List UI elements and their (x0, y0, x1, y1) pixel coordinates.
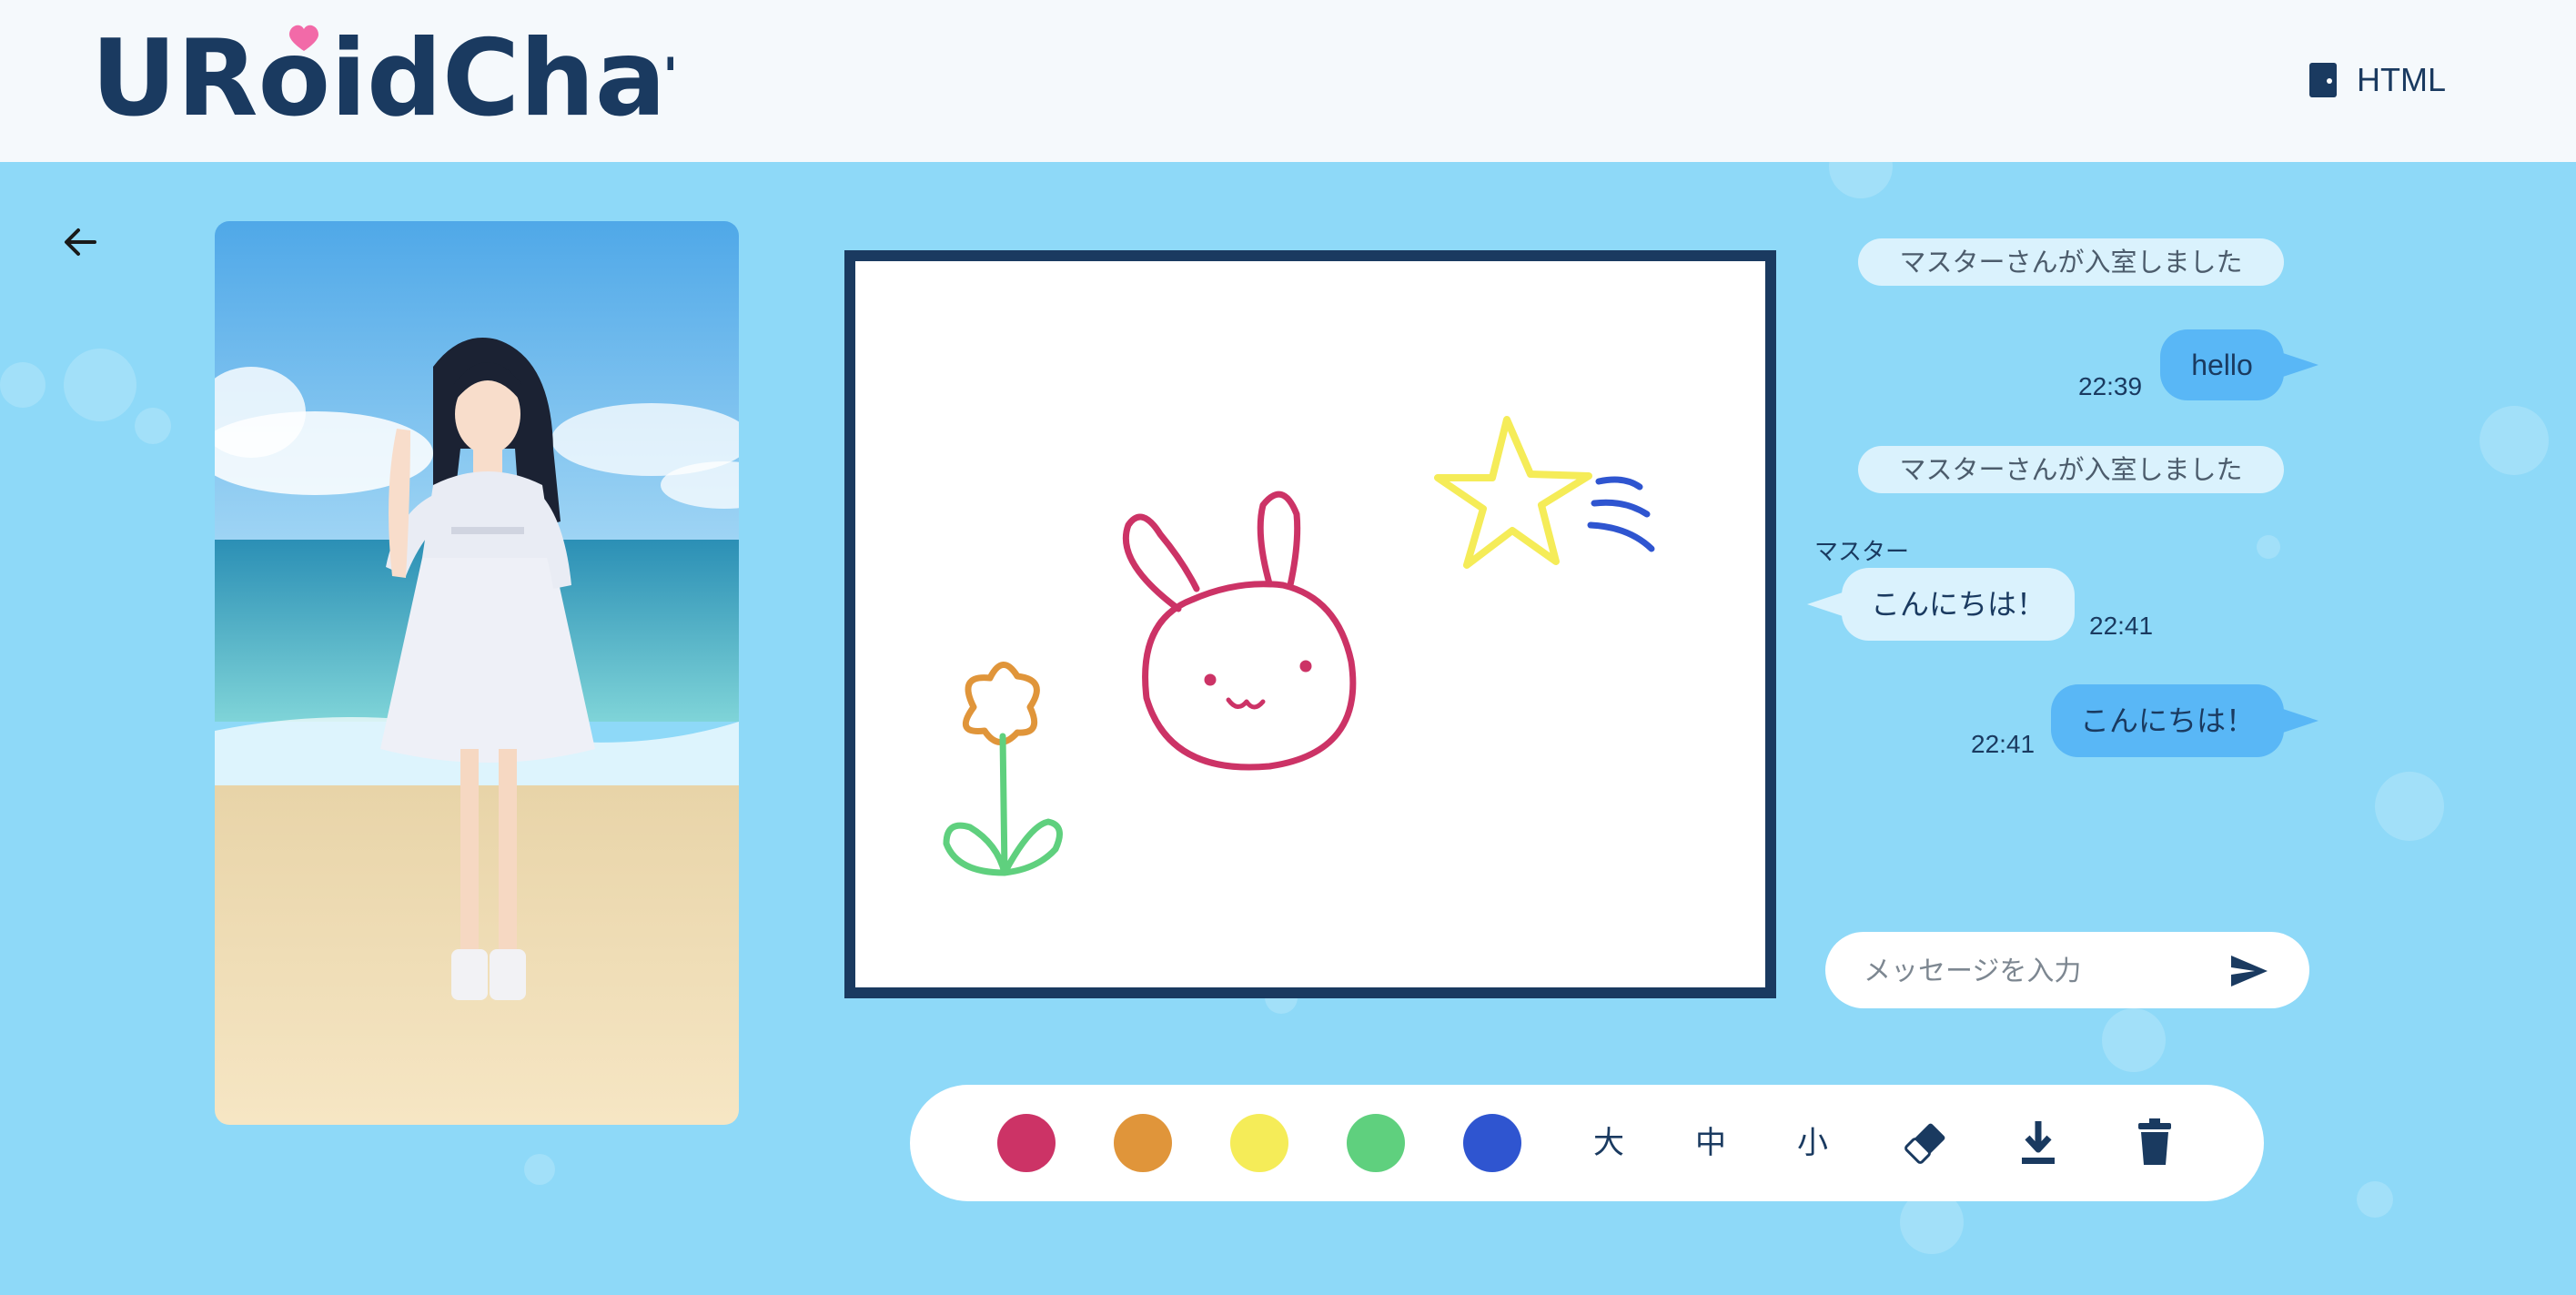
message-time: 22:41 (2089, 612, 2154, 640)
color-swatch-yellow[interactable] (1230, 1114, 1288, 1172)
sender-name: マスター (1814, 539, 1910, 566)
eraser-icon[interactable] (1898, 1112, 1953, 1174)
message-bubble-outgoing[interactable]: hello (2160, 329, 2318, 400)
rabbit-drawing (1122, 491, 1357, 771)
message-bubble-outgoing[interactable]: こんにちは！ (2051, 684, 2318, 757)
motion-lines (1587, 476, 1655, 552)
message-time: 22:41 (1971, 730, 2036, 758)
system-message: マスターさんが入室しました (1858, 446, 2284, 493)
download-icon[interactable] (2011, 1112, 2066, 1174)
color-swatch-green[interactable] (1347, 1114, 1405, 1172)
flower-drawing (962, 662, 1040, 745)
bokeh-circle (2102, 1008, 2166, 1072)
drawing-strokes (943, 416, 1655, 876)
bokeh-circle (1829, 162, 1893, 198)
bokeh-circle (135, 408, 171, 444)
brush-size-large-button[interactable]: 大 (1581, 1119, 1636, 1167)
message-time: 22:39 (2078, 372, 2143, 400)
stem-drawing (943, 733, 1063, 876)
star-drawing (1434, 416, 1592, 569)
back-arrow-icon[interactable] (58, 220, 102, 264)
brush-size-medium-button[interactable]: 中 (1683, 1119, 1738, 1167)
logo-text: URoidChat (91, 17, 673, 131)
bokeh-circle (524, 1154, 555, 1185)
main-area: 大 中 小 マスターさんが入室しました 22:39 hello マスターさんが入… (0, 162, 2576, 1295)
drawing-canvas[interactable] (844, 250, 1776, 998)
bokeh-circle (0, 362, 45, 408)
character-scene (215, 221, 739, 1125)
character-viewer[interactable] (215, 221, 739, 1125)
rabbit-face (1226, 697, 1266, 710)
message-bubble-incoming[interactable]: こんにちは！ (1807, 568, 2075, 641)
send-icon[interactable] (2227, 952, 2271, 990)
color-swatch-orange[interactable] (1114, 1114, 1172, 1172)
bokeh-circle (2375, 772, 2444, 841)
app-header: URoidChat HTML (0, 0, 2576, 162)
uroidchat-logo[interactable]: URoidChat (91, 13, 673, 131)
message-input[interactable] (1862, 946, 2220, 996)
room-link-label: HTML (2357, 61, 2446, 98)
color-swatch-blue[interactable] (1463, 1114, 1521, 1172)
brush-size-small-button[interactable]: 小 (1785, 1119, 1840, 1167)
bokeh-circle (2357, 1181, 2393, 1218)
bokeh-circle (64, 349, 136, 421)
bokeh-circle (2257, 535, 2280, 559)
system-message: マスターさんが入室しました (1858, 238, 2284, 286)
message-input-box (1825, 932, 2309, 1008)
trash-icon[interactable] (2127, 1112, 2182, 1174)
door-icon (2309, 63, 2337, 97)
drawing-toolbar: 大 中 小 (910, 1085, 2264, 1201)
color-swatch-red[interactable] (997, 1114, 1056, 1172)
room-link[interactable]: HTML (2308, 58, 2446, 102)
bokeh-circle (2480, 406, 2549, 475)
